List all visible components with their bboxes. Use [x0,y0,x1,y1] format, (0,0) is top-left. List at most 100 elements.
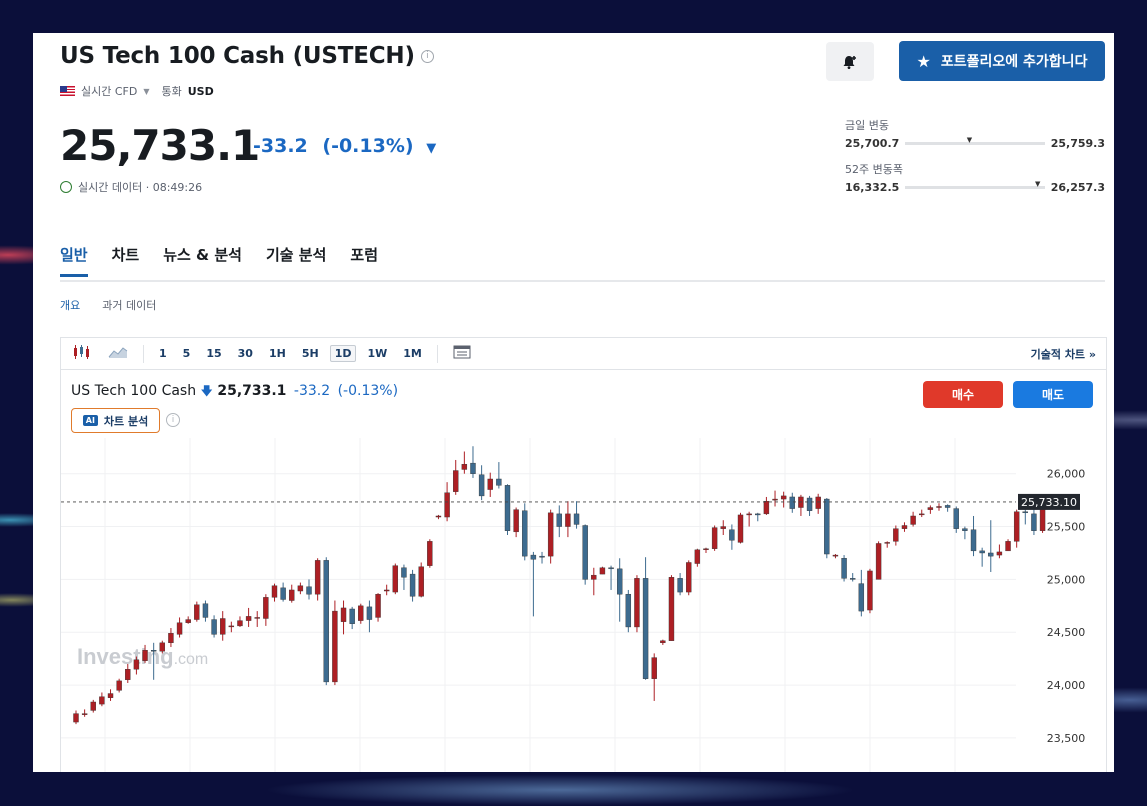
day-range-low: 25,700.7 [845,137,900,150]
chart-instrument-name: US Tech 100 Cash [71,383,197,399]
candle-body [858,583,865,612]
instrument-title: US Tech 100 Cash (USTECH) i [60,43,434,69]
info-icon[interactable]: i [166,413,180,427]
candle-body [392,565,399,593]
candle-body [936,506,942,508]
chart-title: US Tech 100 Cash 🡇 25,733.1 -33.2 (-0.13… [71,382,398,403]
candle-body [660,640,666,644]
change-percent: (-0.13%) [322,135,414,157]
candle-body [927,507,934,510]
area-glyph [108,347,128,358]
candle-body [150,650,157,652]
candle-body [314,560,321,595]
candle-body [772,498,778,501]
candle-body [953,508,959,529]
interval-5[interactable]: 5 [178,345,196,362]
candle-body [168,633,174,644]
area-chart-icon[interactable] [103,343,133,364]
feed-type[interactable]: 실시간 CFD [81,83,137,99]
candle-body [919,513,925,516]
candle-body [729,529,735,541]
candle-body [547,512,554,557]
day-range-bar: ▼ [905,136,1045,145]
candle-body [573,513,580,525]
candle-body [668,577,675,641]
candle-body [850,578,856,580]
subtab-overview[interactable]: 개요 [60,297,80,313]
tab-divider [60,280,1105,282]
candle-body [237,620,243,627]
bell-plus-icon [843,55,856,69]
indicators-icon[interactable] [448,343,476,364]
y-tick-label: 24,000 [1047,679,1086,692]
tab-news[interactable]: 뉴스 & 분석 [163,244,242,265]
candle-body [996,551,1003,556]
candle-body [780,495,787,500]
candle-body [979,550,985,554]
candle-body [789,496,795,509]
candlestick-glyph [74,345,89,359]
interval-1w[interactable]: 1W [362,345,392,362]
year-range-high: 26,257.3 [1050,181,1105,194]
candle-body [642,578,649,679]
y-tick-label: 25,000 [1047,573,1086,586]
last-price: 25,733.1 [60,121,260,170]
sell-button[interactable]: 매도 [1013,381,1093,408]
y-tick-label: 26,000 [1047,468,1086,481]
candle-body [383,589,390,592]
candle-body [703,548,709,551]
tab-general[interactable]: 일반 [60,244,88,277]
interval-1m[interactable]: 1M [398,345,427,362]
us-flag-icon [60,86,75,96]
subtab-historical[interactable]: 과거 데이터 [102,297,156,313]
chart-change: -33.2 [293,383,331,399]
candle-body [582,525,588,580]
candle-body [513,509,519,533]
chart-toolbar: 1 5 15 30 1H 5H 1D 1W 1M 기술적 차트 » [61,338,1106,370]
ai-label: 차트 분석 [103,414,149,428]
candle-body [297,585,304,592]
add-to-portfolio-button[interactable]: ★ 포트폴리오에 추가합니다 [899,41,1105,81]
candle-body [263,597,269,619]
year-range: 52주 변동폭 16,332.5 ▼ 26,257.3 [845,161,1105,194]
interval-15[interactable]: 15 [201,345,226,362]
candle-body [366,606,373,620]
candlestick-icon[interactable] [67,342,97,365]
currency-value: USD [187,84,214,98]
candle-body [409,573,416,597]
y-tick-label: 24,500 [1047,626,1086,639]
candle-body [289,589,295,601]
price-chart[interactable]: 23,50024,00024,50025,00025,50026,000Inve… [61,438,1104,772]
candle-body [867,570,873,611]
star-icon: ★ [916,51,931,71]
candle-body [461,463,468,470]
realtime-status: 실시간 데이터 · 08:49:26 [60,179,202,195]
alert-button[interactable] [826,42,874,81]
candle-body [651,657,657,679]
info-icon[interactable]: i [420,50,434,63]
chevron-down-icon[interactable]: ▼ [143,87,149,96]
currency-label: 통화 [161,85,182,98]
interval-1[interactable]: 1 [154,345,172,362]
interval-30[interactable]: 30 [233,345,258,362]
candle-body [176,622,183,635]
tab-forum[interactable]: 포럼 [350,244,378,265]
interval-5h[interactable]: 5H [297,345,324,362]
candle-body [824,498,830,555]
candle-body [125,669,131,680]
interval-1h[interactable]: 1H [264,345,291,362]
down-arrow-icon: ▼ [426,141,437,156]
candle-body [159,642,166,652]
tab-chart[interactable]: 차트 [112,244,140,265]
technical-chart-link[interactable]: 기술적 차트 » [1031,346,1096,362]
tab-technical[interactable]: 기술 분석 [266,244,326,265]
realtime-text: 실시간 데이터 · 08:49:26 [78,181,203,194]
ai-chart-analysis-button[interactable]: AI 차트 분석 [71,408,160,433]
year-range-low: 16,332.5 [845,181,900,194]
buy-button[interactable]: 매수 [923,381,1003,408]
candle-body [228,625,235,628]
candle-body [211,619,217,635]
instrument-page: US Tech 100 Cash (USTECH) i 실시간 CFD ▼ 통화 … [33,33,1114,772]
candle-body [1022,511,1028,514]
interval-1d[interactable]: 1D [329,345,357,362]
